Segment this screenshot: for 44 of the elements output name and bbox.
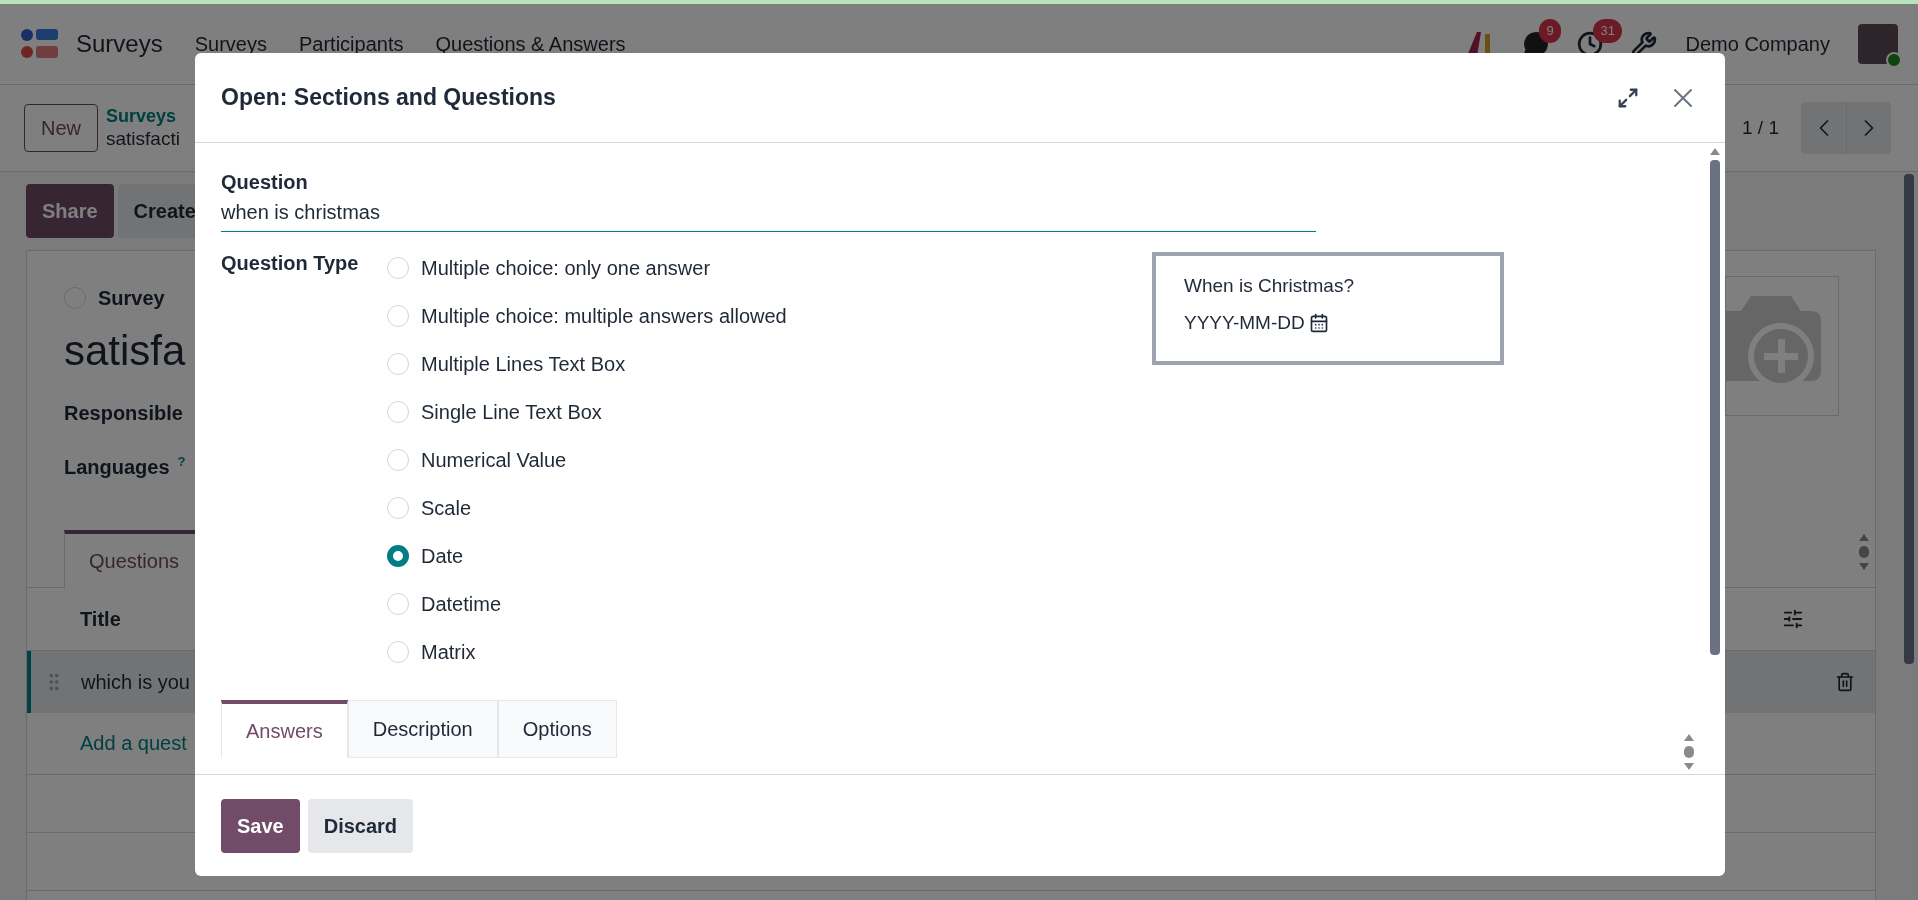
scroll-up-icon[interactable] — [1709, 147, 1721, 156]
page-scrollbar[interactable] — [1904, 174, 1914, 664]
app-name: Surveys — [76, 29, 163, 59]
field-label: Languages — [64, 454, 170, 480]
expand-button[interactable] — [1617, 86, 1639, 109]
sliders-icon[interactable] — [1782, 607, 1804, 630]
save-button[interactable]: Save — [221, 798, 300, 853]
survey-title: satisfa — [64, 327, 186, 374]
breadcrumb-current: satisfacti — [106, 127, 180, 152]
trash-icon[interactable] — [1835, 671, 1855, 692]
discard-button[interactable]: Discard — [307, 798, 414, 853]
notification-badge: 31 — [1593, 19, 1622, 43]
field-label: Question Type — [221, 251, 360, 276]
dialog-tab[interactable]: Description — [347, 700, 498, 758]
column-header: Title — [80, 606, 121, 632]
radio-option[interactable]: Date — [387, 532, 947, 580]
table-cell-text: which is you — [81, 669, 190, 695]
calendar-icon — [1308, 312, 1329, 333]
preview-question: When is Christmas? — [1184, 274, 1355, 298]
company-name[interactable]: Demo Company — [1685, 29, 1830, 59]
dialog-title: Open: Sections and Questions — [221, 83, 556, 113]
dialog-tab[interactable]: Answers — [221, 700, 348, 758]
radio-option[interactable]: Multiple choice: multiple answers allowed — [387, 292, 947, 340]
radio-option[interactable]: Numerical Value — [387, 436, 947, 484]
field-label: Question — [221, 170, 309, 195]
user-avatar[interactable] — [1858, 24, 1898, 64]
radio-option[interactable]: Matrix — [387, 628, 947, 676]
app-logo-icon — [20, 27, 60, 61]
scroll-arrows-icon[interactable] — [1683, 732, 1695, 772]
radio-option[interactable]: Scale — [387, 484, 947, 532]
pager-text: 1 / 1 — [1742, 115, 1779, 140]
share-button[interactable]: Share — [26, 184, 114, 238]
radio-option[interactable]: Multiple choice: only one answer — [387, 244, 947, 292]
radio-option[interactable]: Datetime — [387, 580, 947, 628]
radio-option[interactable]: Single Line Text Box — [387, 388, 947, 436]
dialog-scrollbar[interactable] — [1710, 160, 1720, 655]
field-label: Responsible — [64, 400, 183, 426]
dialog-tab[interactable]: Options — [497, 700, 617, 758]
question-input[interactable]: when is christmas — [221, 197, 1316, 232]
radio-option[interactable]: Multiple Lines Text Box — [387, 340, 947, 388]
radio-label: Survey — [98, 286, 165, 311]
scroll-arrows-icon[interactable] — [1858, 532, 1870, 572]
notification-badge: 9 — [1539, 19, 1561, 43]
new-button[interactable]: New — [24, 104, 98, 152]
